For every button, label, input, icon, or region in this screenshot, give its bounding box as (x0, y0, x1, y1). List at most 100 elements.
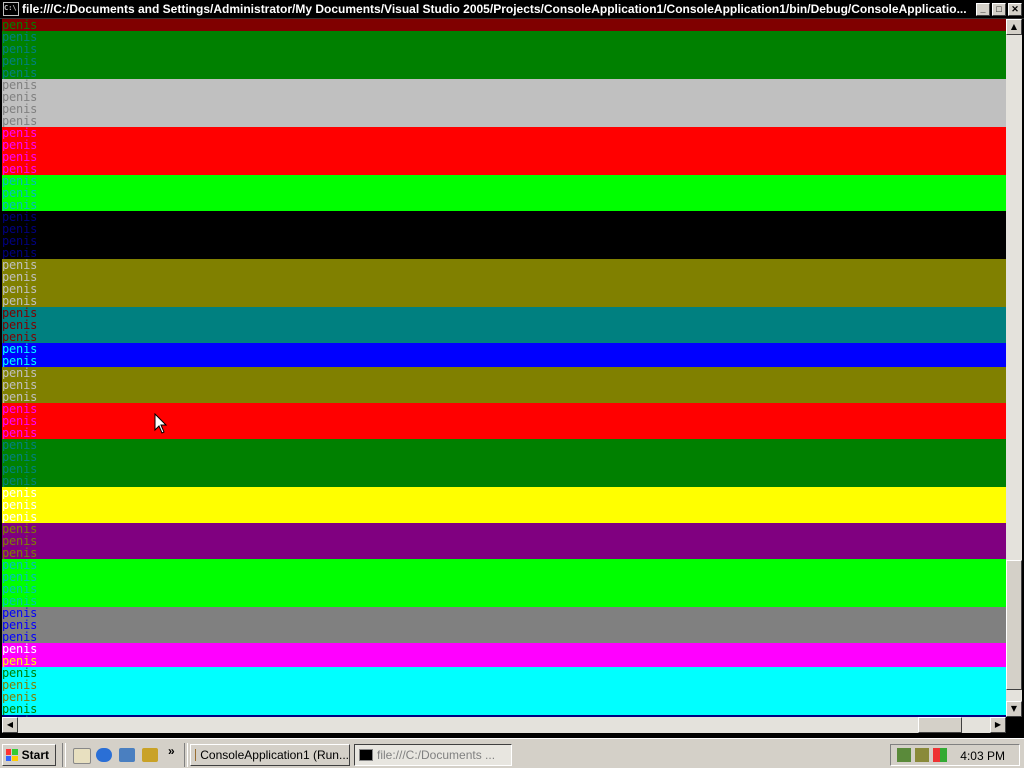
console-text: penis (2, 163, 38, 175)
console-app-icon (359, 749, 373, 761)
outlook-express-icon[interactable] (119, 748, 135, 762)
console-text: penis (2, 619, 38, 631)
console-line: penis (2, 619, 1006, 631)
mouse-pointer-icon (154, 413, 168, 434)
console-text: penis (2, 547, 38, 559)
console-line: penis (2, 547, 1006, 559)
console-text: penis (2, 55, 38, 67)
console-text: penis (2, 523, 38, 535)
console-text: penis (2, 355, 38, 367)
console-line: penis (2, 283, 1006, 295)
console-line: penis (2, 667, 1006, 679)
scroll-down-button[interactable]: ▼ (1006, 701, 1022, 717)
horizontal-scrollbar[interactable]: ◀ ▶ (2, 717, 1006, 733)
console-text: penis (2, 403, 38, 415)
console-text: penis (2, 703, 38, 715)
console-text: penis (2, 19, 38, 31)
show-desktop-icon[interactable] (73, 748, 91, 764)
console-line: penis (2, 235, 1006, 247)
internet-explorer-icon[interactable] (96, 748, 112, 762)
minimize-button[interactable]: _ (976, 2, 990, 16)
console-line: penis (2, 199, 1006, 211)
console-text: penis (2, 211, 38, 223)
task-visual-studio[interactable]: ConsoleApplication1 (Run... (190, 744, 350, 766)
console-line: penis (2, 139, 1006, 151)
console-text: penis (2, 511, 38, 523)
console-line: penis (2, 415, 1006, 427)
console-line: penis (2, 127, 1006, 139)
console-line: penis (2, 691, 1006, 703)
console-app-icon[interactable]: C:\ (3, 2, 19, 16)
console-text: penis (2, 583, 38, 595)
console-line: penis (2, 499, 1006, 511)
vertical-scrollbar[interactable]: ▲ ▼ (1006, 19, 1022, 717)
console-line: penis (2, 679, 1006, 691)
console-line: penis (2, 175, 1006, 187)
console-line: penis (2, 319, 1006, 331)
scroll-left-button[interactable]: ◀ (2, 717, 18, 733)
console-line: penis (2, 583, 1006, 595)
scroll-right-button[interactable]: ▶ (990, 717, 1006, 733)
console-line: penis (2, 475, 1006, 487)
quicklaunch-more-icon[interactable]: » (168, 744, 175, 758)
console-line: penis (2, 43, 1006, 55)
console-text: penis (2, 67, 38, 79)
windows-logo-icon (6, 749, 18, 761)
console-text: penis (2, 103, 38, 115)
console-text: penis (2, 595, 38, 607)
console-text: penis (2, 343, 38, 355)
console-line: penis (2, 535, 1006, 547)
console-line: penis (2, 355, 1006, 367)
clock[interactable]: 4:03 PM (960, 749, 1005, 763)
task-label: ConsoleApplication1 (Run... (200, 748, 349, 762)
tray-app-icon[interactable] (915, 748, 929, 762)
system-tray: 4:03 PM (890, 744, 1020, 766)
console-line: penis (2, 19, 1006, 31)
console-line: penis (2, 403, 1006, 415)
console-line: penis (2, 655, 1006, 667)
maximize-button[interactable]: □ (992, 2, 1006, 16)
console-text: penis (2, 331, 38, 343)
media-search-icon[interactable] (142, 748, 158, 762)
console-line: penis (2, 247, 1006, 259)
taskbar-separator (184, 743, 188, 767)
console-text: penis (2, 175, 38, 187)
console-text: penis (2, 571, 38, 583)
visual-studio-tray-icon[interactable] (933, 748, 947, 762)
console-line: penis (2, 103, 1006, 115)
console-text: penis (2, 535, 38, 547)
console-line: penis (2, 307, 1006, 319)
console-text: penis (2, 679, 38, 691)
console-line: penis (2, 67, 1006, 79)
network-icon[interactable] (897, 748, 911, 762)
console-text: penis (2, 559, 38, 571)
taskbar-separator (62, 743, 66, 767)
title-bar[interactable]: C:\ file:///C:/Documents and Settings/Ad… (0, 0, 1024, 19)
console-text: penis (2, 607, 38, 619)
console-line: penis (2, 427, 1006, 439)
task-console-window[interactable]: file:///C:/Documents ... (354, 744, 512, 766)
horizontal-scroll-thumb[interactable] (918, 717, 963, 733)
console-output[interactable]: penis penis penis penis penis penis penis penis… (2, 19, 1006, 717)
console-line: penis (2, 595, 1006, 607)
console-line: penis (2, 571, 1006, 583)
vertical-scroll-thumb[interactable] (1006, 560, 1022, 691)
console-text: penis (2, 427, 38, 439)
console-line: penis (2, 487, 1006, 499)
start-button[interactable]: Start (2, 744, 56, 766)
console-line: penis (2, 79, 1006, 91)
console-text: penis (2, 127, 38, 139)
console-text: penis (2, 643, 38, 655)
close-button[interactable]: ✕ (1008, 2, 1022, 16)
console-line: penis (2, 511, 1006, 523)
console-text: penis (2, 283, 38, 295)
console-text: penis (2, 691, 38, 703)
console-text: penis (2, 307, 38, 319)
console-text: penis (2, 451, 38, 463)
visual-studio-icon (195, 749, 197, 761)
console-text: penis (2, 499, 38, 511)
console-text: penis (2, 379, 38, 391)
scroll-up-button[interactable]: ▲ (1006, 19, 1022, 35)
console-text: penis (2, 319, 38, 331)
console-text: penis (2, 475, 38, 487)
